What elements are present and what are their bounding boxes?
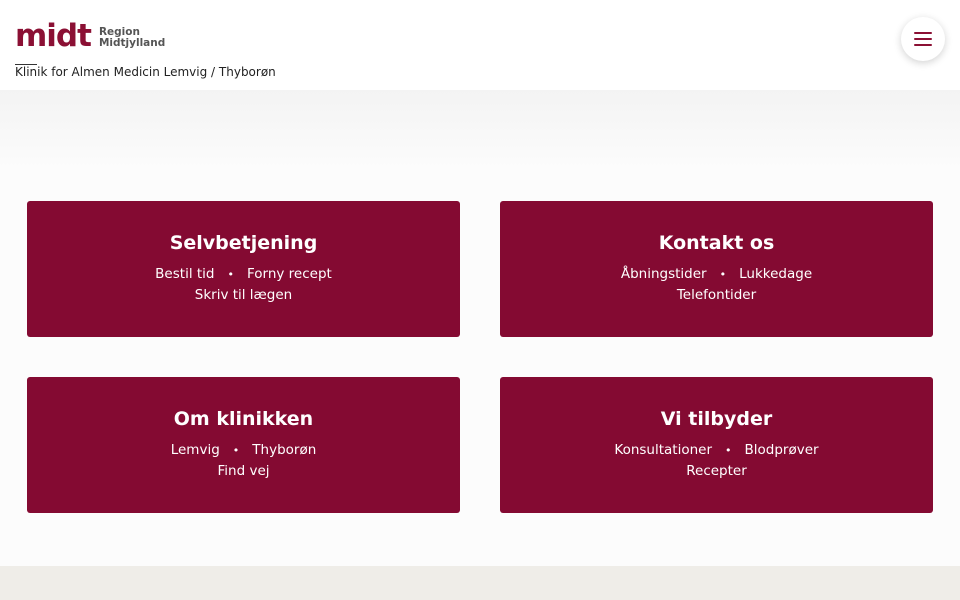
link-thyboroen[interactable]: Thyborøn xyxy=(252,442,316,458)
footer-band xyxy=(0,566,960,600)
card-links: Bestil tid • Forny recept Skriv til lægen xyxy=(27,264,460,306)
site-header: midt Region Midtjylland Klinik for Almen… xyxy=(0,0,960,90)
link-find-vej[interactable]: Find vej xyxy=(218,463,270,479)
link-blodproever[interactable]: Blodprøver xyxy=(745,442,819,458)
card-title: Vi tilbyder xyxy=(660,408,773,430)
separator-dot: • xyxy=(725,444,732,457)
hamburger-menu-icon xyxy=(914,32,932,46)
logo-mark: midt xyxy=(15,18,92,54)
link-forny-recept[interactable]: Forny recept xyxy=(247,266,332,282)
card-links: Lemvig • Thyborøn Find vej xyxy=(27,440,460,482)
link-skriv-til-laegen[interactable]: Skriv til lægen xyxy=(195,287,293,303)
region-midtjylland-logo[interactable]: midt Region Midtjylland xyxy=(15,18,165,54)
card-links: Konsultationer • Blodprøver Recepter xyxy=(500,440,933,482)
card-links: Åbningstider • Lukkedage Telefontider xyxy=(500,264,933,306)
logo-text: Region Midtjylland xyxy=(99,27,165,50)
card-kontakt-os[interactable]: Kontakt os Åbningstider • Lukkedage Telefo… xyxy=(500,201,933,337)
link-recepter[interactable]: Recepter xyxy=(686,463,747,479)
menu-button[interactable] xyxy=(901,17,945,61)
link-konsultationer[interactable]: Konsultationer xyxy=(614,442,712,458)
card-om-klinikken[interactable]: Om klinikken Lemvig • Thyborøn Find vej xyxy=(27,377,460,513)
card-selvbetjening[interactable]: Selvbetjening Bestil tid • Forny recept Sk… xyxy=(27,201,460,337)
link-lemvig[interactable]: Lemvig xyxy=(171,442,220,458)
link-telefontider[interactable]: Telefontider xyxy=(677,287,756,303)
card-title: Kontakt os xyxy=(658,232,775,254)
link-bestil-tid[interactable]: Bestil tid xyxy=(155,266,214,282)
link-aabningstider[interactable]: Åbningstider xyxy=(621,266,707,282)
link-lukkedage[interactable]: Lukkedage xyxy=(739,266,812,282)
separator-dot: • xyxy=(719,268,727,281)
card-title: Om klinikken xyxy=(173,408,314,430)
separator-dot: • xyxy=(227,268,234,281)
logo-line-midtjylland: Midtjylland xyxy=(98,37,166,49)
card-title: Selvbetjening xyxy=(169,232,318,254)
hero-strip xyxy=(0,90,960,170)
card-vi-tilbyder[interactable]: Vi tilbyder Konsultationer • Blodprøver Re… xyxy=(500,377,933,513)
separator-dot: • xyxy=(232,444,240,457)
clinic-name-link[interactable]: Klinik for Almen Medicin Lemvig / Thybor… xyxy=(15,65,276,79)
